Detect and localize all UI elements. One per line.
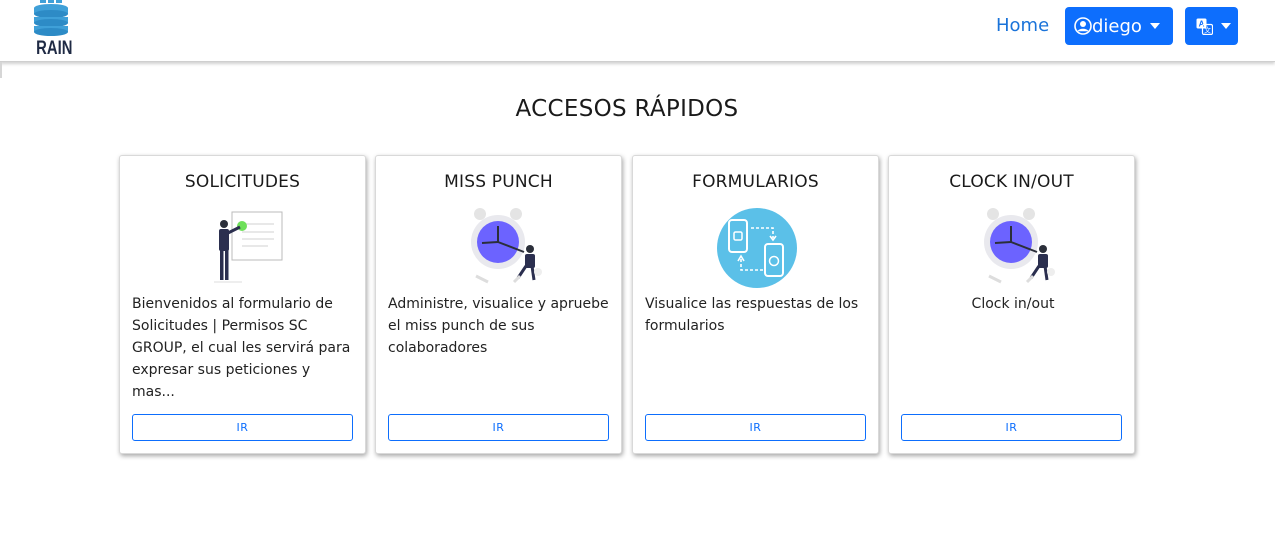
alarm-clock-illustration-icon: [471, 208, 542, 284]
nav-home-link[interactable]: Home: [996, 14, 1049, 38]
language-menu-button[interactable]: A 文: [1185, 7, 1238, 45]
card-formularios: FORMULARIOS Visualice las respuestas de …: [632, 155, 879, 454]
card-clock-in-out: CLOCK IN/OUT Clock in/out IR: [888, 155, 1135, 454]
card-go-button[interactable]: IR: [132, 414, 353, 441]
presentation-illustration-icon: [214, 211, 283, 283]
page-title: ACCESOS RÁPIDOS: [515, 96, 739, 122]
database-icon: [34, 0, 68, 36]
card-title: MISS PUNCH: [444, 172, 553, 192]
card-title: SOLICITUDES: [184, 172, 301, 192]
svg-text:文: 文: [1204, 25, 1211, 34]
card-description: Visualice las respuestas de los formular…: [645, 296, 859, 334]
card-description: Administre, visualice y apruebe el miss …: [388, 296, 609, 356]
card-go-button[interactable]: IR: [388, 414, 609, 441]
chevron-down-icon: [1149, 23, 1160, 29]
card-description: Bienvenidos al formulario de Solicitudes…: [132, 296, 351, 400]
brand-name: RAIN: [36, 38, 73, 59]
alarm-clock-illustration-icon: [984, 208, 1055, 284]
user-circle-icon: [1074, 17, 1092, 35]
translate-icon: A 文: [1196, 18, 1213, 35]
card-miss-punch: MISS PUNCH Administre, visualice y aprue…: [375, 155, 622, 454]
rain-logo[interactable]: RAIN: [32, 0, 73, 60]
card-title: FORMULARIOS: [692, 172, 819, 192]
divider: [0, 62, 2, 78]
card-go-button[interactable]: IR: [901, 414, 1122, 441]
phones-sync-illustration-icon: [717, 208, 797, 288]
user-name: diego: [1092, 15, 1142, 37]
card-solicitudes: SOLICITUDES Bienvenidos al formulario de…: [119, 155, 366, 454]
chevron-down-icon: [1221, 23, 1231, 29]
top-navbar: RAIN Home diego A 文: [0, 0, 1275, 62]
card-title: CLOCK IN/OUT: [949, 172, 1074, 192]
card-go-button[interactable]: IR: [645, 414, 866, 441]
card-description: Clock in/out: [971, 296, 1055, 312]
user-menu-button[interactable]: diego: [1065, 7, 1173, 45]
